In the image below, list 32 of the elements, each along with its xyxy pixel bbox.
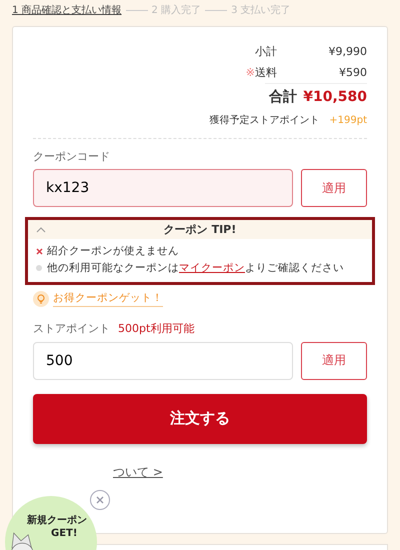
- summary-label: 小計: [255, 44, 277, 60]
- field-label: クーポンコード: [33, 148, 111, 164]
- close-icon: [96, 496, 104, 504]
- lightbulb-icon: [33, 290, 49, 307]
- apply-button[interactable]: 適用: [301, 168, 367, 207]
- summary-value: ¥9,990: [328, 44, 367, 60]
- apply-button[interactable]: 適用: [301, 342, 367, 380]
- points-field[interactable]: 500: [33, 342, 293, 380]
- progress-step: 2 購入完了: [152, 5, 202, 16]
- info-link[interactable]: ついて >: [113, 464, 163, 480]
- points-available: 500pt利用可能: [118, 321, 194, 337]
- cross-icon: [36, 248, 43, 256]
- total-label: 合計: [269, 88, 298, 107]
- order-button[interactable]: 注文する: [33, 394, 367, 444]
- coupon-field[interactable]: kx123: [33, 168, 293, 207]
- info-message: 他の利用可能なクーポンはマイクーポン よりご確認ください: [47, 261, 344, 276]
- error-message: 紹介クーポンが使えません: [47, 244, 179, 260]
- promo-text: 新規クーポン: [27, 516, 87, 526]
- progress-step: 3 支払い完了: [231, 5, 291, 16]
- total-value: ¥10,580: [303, 88, 367, 107]
- tip-header[interactable]: クーポン TIP!: [28, 220, 372, 240]
- chevron-icon: [36, 226, 46, 233]
- tip-title: クーポン TIP!: [162, 222, 238, 238]
- field-label: ストアポイント: [33, 321, 110, 337]
- summary-value: ¥590: [338, 65, 367, 81]
- promo-text: GET!: [51, 529, 78, 539]
- summary-label: ※送料: [246, 65, 277, 81]
- bullet-icon: [36, 265, 42, 272]
- points-value: +199pt: [329, 114, 367, 128]
- progress-step: 1 商品確認と支払い情報: [12, 5, 122, 16]
- points-label: 獲得予定ストアポイント: [209, 114, 320, 128]
- my-coupon-link[interactable]: マイクーポン: [179, 262, 245, 274]
